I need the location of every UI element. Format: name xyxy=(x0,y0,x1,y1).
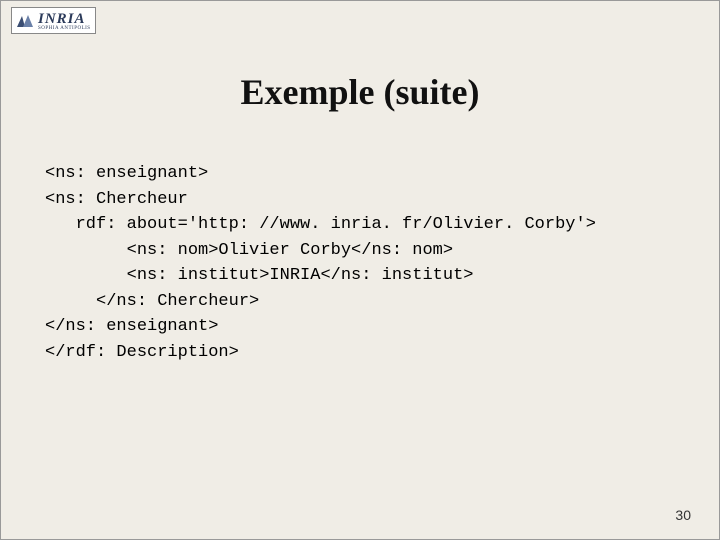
code-block: <ns: enseignant> <ns: Chercheur rdf: abo… xyxy=(45,161,675,365)
code-line: <ns: enseignant> xyxy=(45,164,208,183)
inria-logo-text-block: INRIA SOPHIA ANTIPOLIS xyxy=(38,10,91,31)
code-line: <ns: Chercheur xyxy=(45,190,188,209)
code-line: </rdf: Description> xyxy=(45,343,239,362)
code-line: <ns: nom>Olivier Corby</ns: nom> xyxy=(45,241,453,260)
code-line: </ns: Chercheur> xyxy=(45,292,259,311)
code-line: <ns: institut>INRIA</ns: institut> xyxy=(45,266,473,285)
inria-logo-text: INRIA xyxy=(38,11,86,27)
code-line: </ns: enseignant> xyxy=(45,317,218,336)
inria-logo-mark xyxy=(16,14,34,28)
inria-logo-subtitle: SOPHIA ANTIPOLIS xyxy=(38,26,91,31)
inria-logo: INRIA SOPHIA ANTIPOLIS xyxy=(11,7,96,34)
slide-title: Exemple (suite) xyxy=(1,71,719,113)
code-line: rdf: about='http: //www. inria. fr/Olivi… xyxy=(45,215,596,234)
page-number: 30 xyxy=(675,507,691,523)
